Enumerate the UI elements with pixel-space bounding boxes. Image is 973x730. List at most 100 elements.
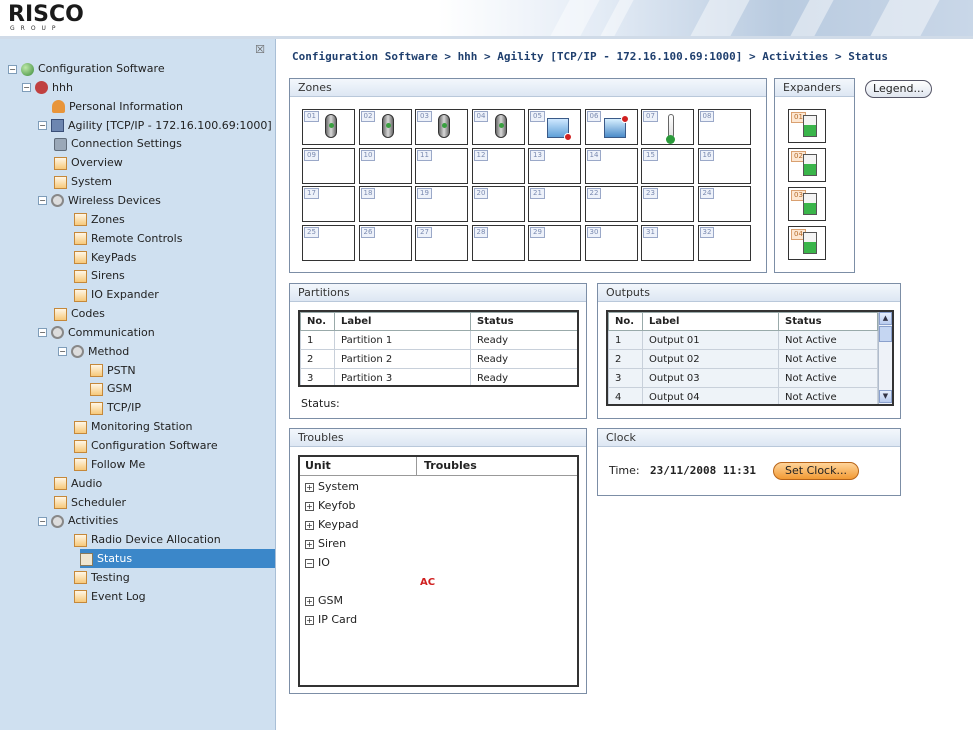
- sidebar-item[interactable]: GSM: [90, 379, 132, 398]
- collapse-toggle-icon[interactable]: −: [8, 64, 17, 74]
- sidebar-item[interactable]: − Activities: [38, 511, 118, 530]
- sidebar-item[interactable]: − Communication: [38, 323, 155, 342]
- legend-button[interactable]: Legend...: [865, 80, 932, 98]
- zone-cell[interactable]: 14: [584, 147, 638, 184]
- zone-cell[interactable]: 29: [528, 224, 581, 261]
- zone-cell[interactable]: 26: [358, 224, 412, 261]
- sidebar-item[interactable]: Event Log: [74, 587, 146, 606]
- sidebar-item[interactable]: − Configuration Software: [8, 59, 165, 78]
- zone-cell[interactable]: 13: [528, 147, 581, 184]
- zone-cell[interactable]: 15: [641, 147, 694, 184]
- trouble-node[interactable]: + System: [305, 478, 359, 496]
- sidebar-item[interactable]: Connection Settings: [54, 134, 182, 153]
- zone-cell[interactable]: 08: [697, 109, 751, 145]
- scroll-down-icon[interactable]: ▼: [879, 390, 892, 403]
- zone-cell[interactable]: 11: [415, 147, 468, 184]
- column-header[interactable]: Label: [642, 312, 779, 331]
- expander-cell[interactable]: 01: [788, 109, 826, 143]
- sidebar-item[interactable]: Radio Device Allocation: [74, 530, 221, 549]
- collapse-toggle-icon[interactable]: −: [58, 347, 67, 357]
- table-row[interactable]: 1 Output 01 Not Active: [608, 330, 878, 350]
- sidebar-item[interactable]: Sirens: [74, 266, 125, 285]
- sidebar-item[interactable]: Codes: [54, 304, 105, 323]
- trouble-node[interactable]: + Siren: [305, 535, 346, 553]
- table-row[interactable]: 2 Output 02 Not Active: [608, 349, 878, 369]
- expand-icon[interactable]: +: [305, 615, 314, 625]
- trouble-node[interactable]: + Keyfob: [305, 497, 356, 515]
- zone-cell[interactable]: 09: [302, 147, 355, 184]
- expand-icon[interactable]: +: [305, 501, 314, 511]
- trouble-node[interactable]: + Keypad: [305, 516, 359, 534]
- trouble-node[interactable]: − IO: [305, 554, 330, 572]
- sidebar-item[interactable]: Zones: [74, 210, 125, 229]
- collapse-toggle-icon[interactable]: −: [38, 196, 47, 206]
- expand-icon[interactable]: +: [305, 596, 314, 606]
- zone-cell[interactable]: 23: [641, 186, 694, 222]
- sidebar-item[interactable]: − hhh: [22, 78, 73, 97]
- column-header[interactable]: Status: [470, 312, 577, 331]
- expand-icon[interactable]: +: [305, 520, 314, 530]
- sidebar-item[interactable]: Monitoring Station: [74, 417, 192, 436]
- sidebar-item[interactable]: PSTN: [90, 361, 136, 380]
- expander-cell[interactable]: 04: [788, 226, 826, 260]
- scroll-thumb[interactable]: [879, 326, 892, 342]
- column-header[interactable]: No.: [300, 312, 335, 331]
- outputs-scrollbar[interactable]: ▲ ▼: [878, 312, 892, 404]
- zone-cell[interactable]: 02: [358, 109, 412, 145]
- zone-cell[interactable]: 03: [415, 109, 468, 145]
- zone-cell[interactable]: 12: [471, 147, 525, 184]
- trouble-node[interactable]: + GSM: [305, 592, 343, 610]
- expander-cell[interactable]: 03: [788, 187, 826, 221]
- set-clock-button[interactable]: Set Clock...: [773, 462, 859, 480]
- table-row[interactable]: 4 Output 04 Not Active: [608, 387, 878, 404]
- table-row[interactable]: 2 Partition 2 Ready: [300, 349, 577, 369]
- sidebar-item[interactable]: Audio: [54, 474, 102, 493]
- sidebar-item[interactable]: − Agility [TCP/IP - 172.16.100.69:1000]: [38, 116, 272, 135]
- zone-cell[interactable]: 21: [528, 186, 581, 222]
- zone-cell[interactable]: 32: [697, 224, 751, 261]
- zone-cell[interactable]: 10: [358, 147, 412, 184]
- collapse-icon[interactable]: −: [305, 558, 314, 568]
- column-header[interactable]: Troubles: [424, 459, 477, 472]
- zone-cell[interactable]: 18: [358, 186, 412, 222]
- collapse-toggle-icon[interactable]: −: [38, 328, 47, 338]
- expand-icon[interactable]: +: [305, 539, 314, 549]
- column-header[interactable]: No.: [608, 312, 643, 331]
- zone-cell[interactable]: 07: [641, 109, 694, 145]
- zone-cell[interactable]: 04: [471, 109, 525, 145]
- zone-cell[interactable]: 24: [697, 186, 751, 222]
- collapse-toggle-icon[interactable]: −: [38, 516, 47, 526]
- sidebar-item[interactable]: Follow Me: [74, 455, 145, 474]
- table-row[interactable]: 3 Output 03 Not Active: [608, 368, 878, 388]
- scroll-up-icon[interactable]: ▲: [879, 312, 892, 325]
- sidebar-item[interactable]: Configuration Software: [74, 436, 218, 455]
- zone-cell[interactable]: 05: [528, 109, 581, 145]
- zone-cell[interactable]: 27: [415, 224, 468, 261]
- sidebar-item[interactable]: Personal Information: [52, 97, 183, 116]
- sidebar-item[interactable]: TCP/IP: [90, 398, 141, 417]
- close-icon[interactable]: ☒: [255, 43, 265, 56]
- zone-cell[interactable]: 22: [584, 186, 638, 222]
- table-row[interactable]: 3 Partition 3 Ready: [300, 368, 577, 385]
- expander-cell[interactable]: 02: [788, 148, 826, 182]
- trouble-node[interactable]: + IP Card: [305, 611, 357, 629]
- sidebar-item[interactable]: − Wireless Devices: [38, 191, 161, 210]
- expand-icon[interactable]: +: [305, 482, 314, 492]
- zone-cell[interactable]: 19: [415, 186, 468, 222]
- sidebar-item[interactable]: Testing: [74, 568, 130, 587]
- sidebar-item[interactable]: − Method: [58, 342, 129, 361]
- sidebar-item[interactable]: Status: [80, 549, 275, 569]
- zone-cell[interactable]: 20: [471, 186, 525, 222]
- zone-cell[interactable]: 30: [584, 224, 638, 261]
- zone-cell[interactable]: 06: [584, 109, 638, 145]
- column-header[interactable]: Unit: [305, 459, 331, 472]
- zone-cell[interactable]: 25: [302, 224, 355, 261]
- sidebar-item[interactable]: Scheduler: [54, 493, 126, 512]
- sidebar-item[interactable]: Remote Controls: [74, 229, 182, 248]
- sidebar-item[interactable]: IO Expander: [74, 285, 159, 304]
- sidebar-item[interactable]: KeyPads: [74, 248, 137, 267]
- column-header[interactable]: Label: [334, 312, 471, 331]
- zone-cell[interactable]: 31: [641, 224, 694, 261]
- collapse-toggle-icon[interactable]: −: [38, 121, 47, 131]
- sidebar-item[interactable]: System: [54, 172, 112, 191]
